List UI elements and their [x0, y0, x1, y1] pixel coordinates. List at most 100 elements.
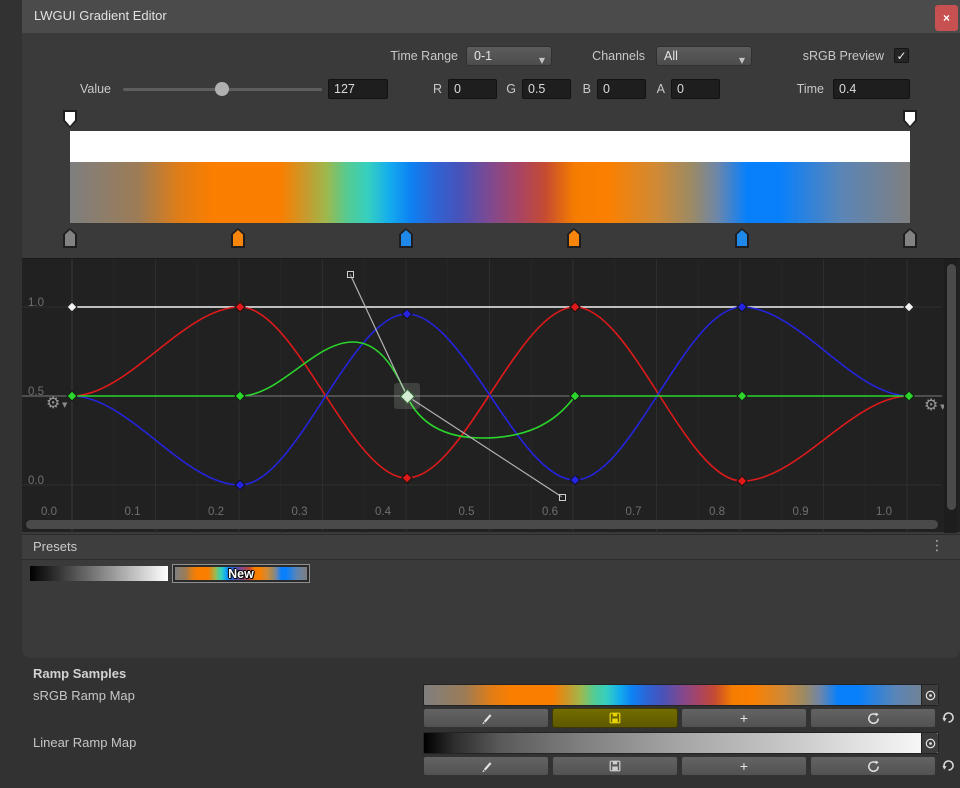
srgb-preview-checkbox[interactable]: ✓ [894, 48, 909, 63]
ramp-samples-heading: Ramp Samples [33, 666, 126, 681]
gear-icon[interactable]: ⚙▼ [924, 397, 938, 413]
plus-icon: + [740, 710, 748, 726]
color-marker[interactable] [903, 228, 917, 248]
color-marker-fill [905, 230, 915, 246]
b-label: B [567, 79, 591, 99]
object-picker-button[interactable] [921, 685, 938, 705]
save-ramp-button[interactable] [552, 756, 678, 776]
undo-icon [941, 710, 956, 725]
color-marker[interactable] [735, 228, 749, 248]
floppy-save-icon [608, 711, 622, 725]
picker-dot-icon [924, 737, 937, 750]
y-tick-label: 1.0 [28, 297, 56, 309]
time-range-dropdown[interactable]: 0-1 ▼ [466, 46, 552, 66]
x-tick-label: 0.8 [702, 506, 732, 518]
linear-ramp-buttons: + [423, 756, 936, 776]
picker-dot-icon [924, 689, 937, 702]
linear-ramp-map-label: Linear Ramp Map [33, 735, 136, 750]
undo-icon [941, 758, 956, 773]
alpha-marker[interactable] [63, 110, 77, 128]
alpha-marker[interactable] [903, 110, 917, 128]
color-marker-fill [233, 230, 243, 246]
alpha-marker-fill [905, 112, 915, 126]
g-label: G [492, 79, 516, 99]
presets-title: Presets [33, 539, 77, 554]
revert-button[interactable] [940, 757, 957, 774]
color-marker[interactable] [399, 228, 413, 248]
b-field[interactable]: 0 [597, 79, 646, 99]
color-marker[interactable] [567, 228, 581, 248]
edit-ramp-button[interactable] [423, 708, 549, 728]
title-bar: LWGUI Gradient Editor × [22, 0, 960, 33]
close-button[interactable]: × [935, 5, 958, 31]
chevron-down-icon: ▼ [539, 52, 545, 70]
gradient-color-strip[interactable] [70, 162, 910, 223]
pencil-icon [479, 759, 494, 774]
floppy-save-icon [608, 759, 622, 773]
value-label: Value [49, 79, 111, 99]
x-tick-label: 0.7 [619, 506, 649, 518]
a-field[interactable]: 0 [671, 79, 720, 99]
preset-swatch-bw[interactable] [30, 566, 168, 581]
g-field[interactable]: 0.5 [522, 79, 571, 99]
horizontal-scrollbar-thumb[interactable] [26, 520, 938, 529]
curve-canvas [22, 259, 942, 533]
x-tick-label: 0.6 [535, 506, 565, 518]
refresh-icon [866, 759, 881, 774]
r-field[interactable]: 0 [448, 79, 497, 99]
refresh-ramp-button[interactable] [810, 756, 936, 776]
color-marker-fill [569, 230, 579, 246]
channels-value: All [664, 49, 678, 63]
x-tick-label: 0.4 [368, 506, 398, 518]
srgb-ramp-strip[interactable] [423, 684, 939, 706]
preset-swatch-new[interactable]: New [172, 564, 310, 583]
color-marker[interactable] [63, 228, 77, 248]
checkmark-icon: ✓ [896, 49, 906, 63]
object-picker-button[interactable] [921, 733, 938, 753]
time-range-value: 0-1 [474, 49, 492, 63]
channels-label: Channels [573, 46, 645, 66]
value-field[interactable]: 127 [328, 79, 388, 99]
edit-ramp-button[interactable] [423, 756, 549, 776]
x-tick-label: 0.3 [285, 506, 315, 518]
a-label: A [641, 79, 665, 99]
refresh-ramp-button[interactable] [810, 708, 936, 728]
vertical-scrollbar-thumb[interactable] [947, 264, 956, 510]
srgb-ramp-map-label: sRGB Ramp Map [33, 688, 135, 703]
save-ramp-button[interactable] [552, 708, 678, 728]
x-tick-label: 0.0 [34, 506, 64, 518]
gear-icon[interactable]: ⚙▼ [46, 395, 60, 411]
kebab-menu-icon[interactable]: ⋮ [927, 538, 947, 558]
color-marker-fill [401, 230, 411, 246]
tangent-handle[interactable] [559, 494, 566, 501]
color-marker-fill [737, 230, 747, 246]
plus-icon: + [740, 758, 748, 774]
x-tick-label: 0.5 [452, 506, 482, 518]
channels-dropdown[interactable]: All ▼ [656, 46, 752, 66]
add-ramp-button[interactable]: + [681, 708, 807, 728]
x-tick-label: 0.9 [786, 506, 816, 518]
pencil-icon [479, 711, 494, 726]
revert-button[interactable] [940, 709, 957, 726]
close-icon: × [943, 11, 950, 25]
r-label: R [418, 79, 442, 99]
presets-header: Presets ⋮ [22, 534, 960, 560]
x-tick-label: 1.0 [869, 506, 899, 518]
time-field[interactable]: 0.4 [833, 79, 910, 99]
y-tick-label: 0.0 [28, 475, 56, 487]
refresh-icon [866, 711, 881, 726]
time-label: Time [768, 79, 824, 99]
value-slider-thumb[interactable] [215, 82, 229, 96]
x-tick-label: 0.1 [118, 506, 148, 518]
window-title: LWGUI Gradient Editor [34, 8, 167, 23]
time-range-label: Time Range [366, 46, 458, 66]
linear-ramp-strip[interactable] [423, 732, 939, 754]
curve-editor[interactable]: 1.00.50.0 0.00.10.20.30.40.50.60.70.80.9… [22, 258, 960, 532]
screen: { "window": { "title": "LWGUI Gradient E… [0, 0, 960, 788]
x-tick-label: 0.2 [201, 506, 231, 518]
gradient-alpha-strip[interactable] [70, 131, 910, 162]
add-ramp-button[interactable]: + [681, 756, 807, 776]
tangent-handle[interactable] [347, 271, 354, 278]
color-marker[interactable] [231, 228, 245, 248]
chevron-down-icon: ▼ [739, 52, 745, 70]
